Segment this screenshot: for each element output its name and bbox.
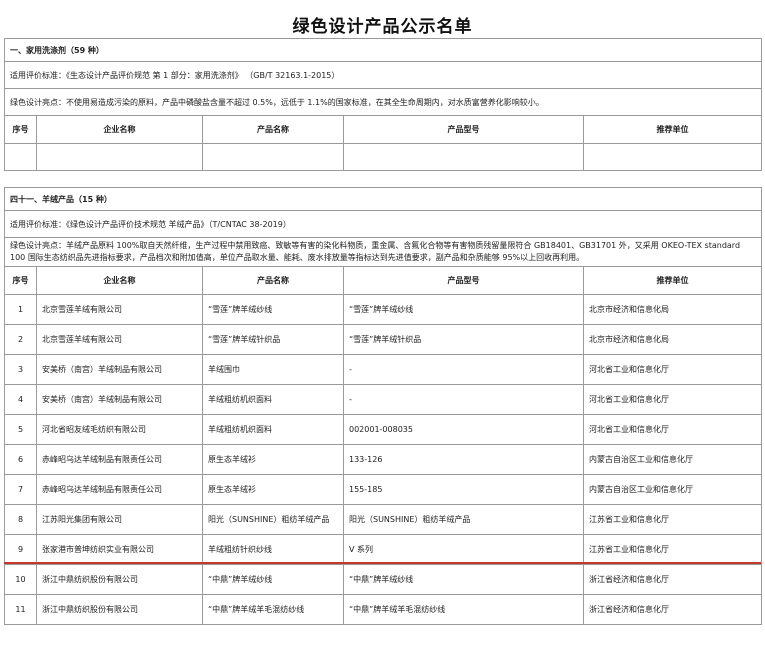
cell-recommender: 浙江省经济和信息化厅	[582, 564, 763, 595]
cell-product: “中鼎”牌羊绒纱线	[202, 564, 344, 595]
cell-model: “中鼎”牌羊绒羊毛混纺纱线	[343, 594, 584, 625]
cell-recommender: 江苏省工业和信息化厅	[582, 534, 763, 565]
cell-seq: 3	[4, 354, 37, 385]
cell-company: 赤峰昭乌达羊绒制品有限责任公司	[36, 474, 203, 505]
cell-seq: 1	[4, 294, 37, 325]
cell-seq: 6	[4, 444, 37, 475]
cell-company: 北京雪莲羊绒有限公司	[36, 324, 203, 355]
table-row: 3 安美桥（南宫）羊绒制品有限公司 羊绒围巾 - 河北省工业和信息化厅	[4, 354, 763, 385]
cell-recommender: 河北省工业和信息化厅	[582, 354, 763, 385]
cell-seq: 4	[4, 384, 37, 415]
section41-rows: 1 北京雪莲羊绒有限公司 “雪莲”牌羊绒纱线 “雪莲”牌羊绒纱线 北京市经济和信息化局 2…	[4, 294, 763, 625]
cell-seq: 2	[4, 324, 37, 355]
col-header-model: 产品型号	[343, 115, 584, 144]
col-header-product: 产品名称	[202, 266, 344, 295]
cell-model: “雪莲”牌羊绒针织品	[343, 324, 584, 355]
cell-product: 原生态羊绒衫	[202, 474, 344, 505]
section1-heading: 一、家用洗涤剂（59 种）	[4, 38, 762, 62]
cell-company: 张家港市普坤纺织实业有限公司	[36, 534, 203, 565]
cell-company: 安美桥（南宫）羊绒制品有限公司	[36, 354, 203, 385]
cell-recommender: 河北省工业和信息化厅	[582, 414, 763, 445]
section1-highlights: 绿色设计亮点：不使用易造成污染的原料，产品中磷酸盐含量不超过 0.5%，远低于 …	[4, 88, 762, 116]
cell-product: “雪莲”牌羊绒纱线	[202, 294, 344, 325]
col-header-recommender: 推荐单位	[583, 115, 762, 144]
col-header-seq: 序号	[4, 266, 37, 295]
cell-seq: 9	[4, 534, 37, 565]
cell-recommender: 北京市经济和信息化局	[582, 324, 763, 355]
cell-company: 安美桥（南宫）羊绒制品有限公司	[36, 384, 203, 415]
table-row: 8 江苏阳光集团有限公司 阳光（SUNSHINE）粗纺羊绒产品 阳光（SUNSHINE…	[4, 504, 763, 535]
cell-model: 002001-008035	[343, 414, 584, 445]
table-row: 5 河北省昭友绒毛纺织有限公司 羊绒粗纺机织面料 002001-008035 河北省工业…	[4, 414, 763, 445]
cell-seq: 8	[4, 504, 37, 535]
document-page: 绿色设计产品公示名单 一、家用洗涤剂（59 种） 适用评价标准：《生态设计产品评…	[0, 0, 765, 658]
cell-seq: 7	[4, 474, 37, 505]
cell-seq: 11	[4, 594, 37, 625]
cell-company: 河北省昭友绒毛纺织有限公司	[36, 414, 203, 445]
cell-product: 羊绒粗纺机织面料	[202, 384, 344, 415]
section1-standard: 适用评价标准：《生态设计产品评价规范 第 1 部分：家用洗涤剂》 （GB/T 3…	[4, 61, 762, 89]
table-row: 7 赤峰昭乌达羊绒制品有限责任公司 原生态羊绒衫 155-185 内蒙古自治区工业和信息…	[4, 474, 763, 505]
table-row: 2 北京雪莲羊绒有限公司 “雪莲”牌羊绒针织品 “雪莲”牌羊绒针织品 北京市经济和信息化…	[4, 324, 763, 355]
table-row: 4 安美桥（南宫）羊绒制品有限公司 羊绒粗纺机织面料 - 河北省工业和信息化厅	[4, 384, 763, 415]
cell-recommender: 江苏省工业和信息化厅	[582, 504, 763, 535]
cell-seq: 5	[4, 414, 37, 445]
cell-model: -	[343, 384, 584, 415]
cell-company: 浙江中鼎纺织股份有限公司	[36, 594, 203, 625]
col-header-seq: 序号	[4, 115, 37, 144]
cell-recommender: 河北省工业和信息化厅	[582, 384, 763, 415]
col-header-company: 企业名称	[36, 115, 203, 144]
table-row: 9 张家港市普坤纺织实业有限公司 羊绒粗纺针织纱线 V 系列 江苏省工业和信息化厅	[4, 534, 763, 565]
cell-product: 阳光（SUNSHINE）粗纺羊绒产品	[202, 504, 344, 535]
page-title: 绿色设计产品公示名单	[292, 17, 473, 37]
cell-model: 阳光（SUNSHINE）粗纺羊绒产品	[343, 504, 584, 535]
table-row: 6 赤峰昭乌达羊绒制品有限责任公司 原生态羊绒衫 133-126 内蒙古自治区工业和信息…	[4, 444, 763, 475]
cell-model: 155-185	[343, 474, 584, 505]
cell-model: 133-126	[343, 444, 584, 475]
col-header-product: 产品名称	[202, 115, 344, 144]
cell-seq: 10	[4, 564, 37, 595]
cell-product: 羊绒粗纺针织纱线	[202, 534, 344, 565]
table-row: 1 北京雪莲羊绒有限公司 “雪莲”牌羊绒纱线 “雪莲”牌羊绒纱线 北京市经济和信息化局	[4, 294, 763, 325]
cell-company: 浙江中鼎纺织股份有限公司	[36, 564, 203, 595]
section1-table: 一、家用洗涤剂（59 种） 适用评价标准：《生态设计产品评价规范 第 1 部分：…	[4, 38, 762, 171]
cell-product: 羊绒粗纺机织面料	[202, 414, 344, 445]
cell-model: “雪莲”牌羊绒纱线	[343, 294, 584, 325]
table-row: 11 浙江中鼎纺织股份有限公司 “中鼎”牌羊绒羊毛混纺纱线 “中鼎”牌羊绒羊毛混纺纱线…	[4, 594, 763, 625]
col-header-company: 企业名称	[36, 266, 203, 295]
cell-product: “中鼎”牌羊绒羊毛混纺纱线	[202, 594, 344, 625]
section41-highlights: 绿色设计亮点：羊绒产品原料 100%取自天然纤维，生产过程中禁用致癌、致敏等有害…	[3, 237, 763, 267]
cell-product: 原生态羊绒衫	[202, 444, 344, 475]
table-row: 10 浙江中鼎纺织股份有限公司 “中鼎”牌羊绒纱线 “中鼎”牌羊绒纱线 浙江省经济和信息…	[4, 564, 763, 595]
cell-model: “中鼎”牌羊绒纱线	[343, 564, 584, 595]
cell-recommender: 内蒙古自治区工业和信息化厅	[582, 474, 763, 505]
cell-company: 江苏阳光集团有限公司	[36, 504, 203, 535]
cell-product: “雪莲”牌羊绒针织品	[202, 324, 344, 355]
cell-product: 羊绒围巾	[202, 354, 344, 385]
col-header-model: 产品型号	[343, 266, 584, 295]
col-header-recommender: 推荐单位	[582, 266, 763, 295]
section41-standard: 适用评价标准：《绿色设计产品评价技术规范 羊绒产品》（T/CNTAC 38-20…	[3, 210, 763, 238]
cell-company: 赤峰昭乌达羊绒制品有限责任公司	[36, 444, 203, 475]
cell-recommender: 浙江省经济和信息化厅	[582, 594, 763, 625]
section41-heading: 四十一、羊绒产品（15 种）	[3, 187, 763, 211]
cell-model: V 系列	[343, 534, 584, 565]
highlight-line	[4, 562, 761, 564]
cell-company: 北京雪莲羊绒有限公司	[36, 294, 203, 325]
cell-recommender: 北京市经济和信息化局	[582, 294, 763, 325]
table-row	[4, 143, 762, 171]
section41-table: 四十一、羊绒产品（15 种） 适用评价标准：《绿色设计产品评价技术规范 羊绒产品…	[3, 187, 763, 625]
cell-recommender: 内蒙古自治区工业和信息化厅	[582, 444, 763, 475]
cell-model: -	[343, 354, 584, 385]
